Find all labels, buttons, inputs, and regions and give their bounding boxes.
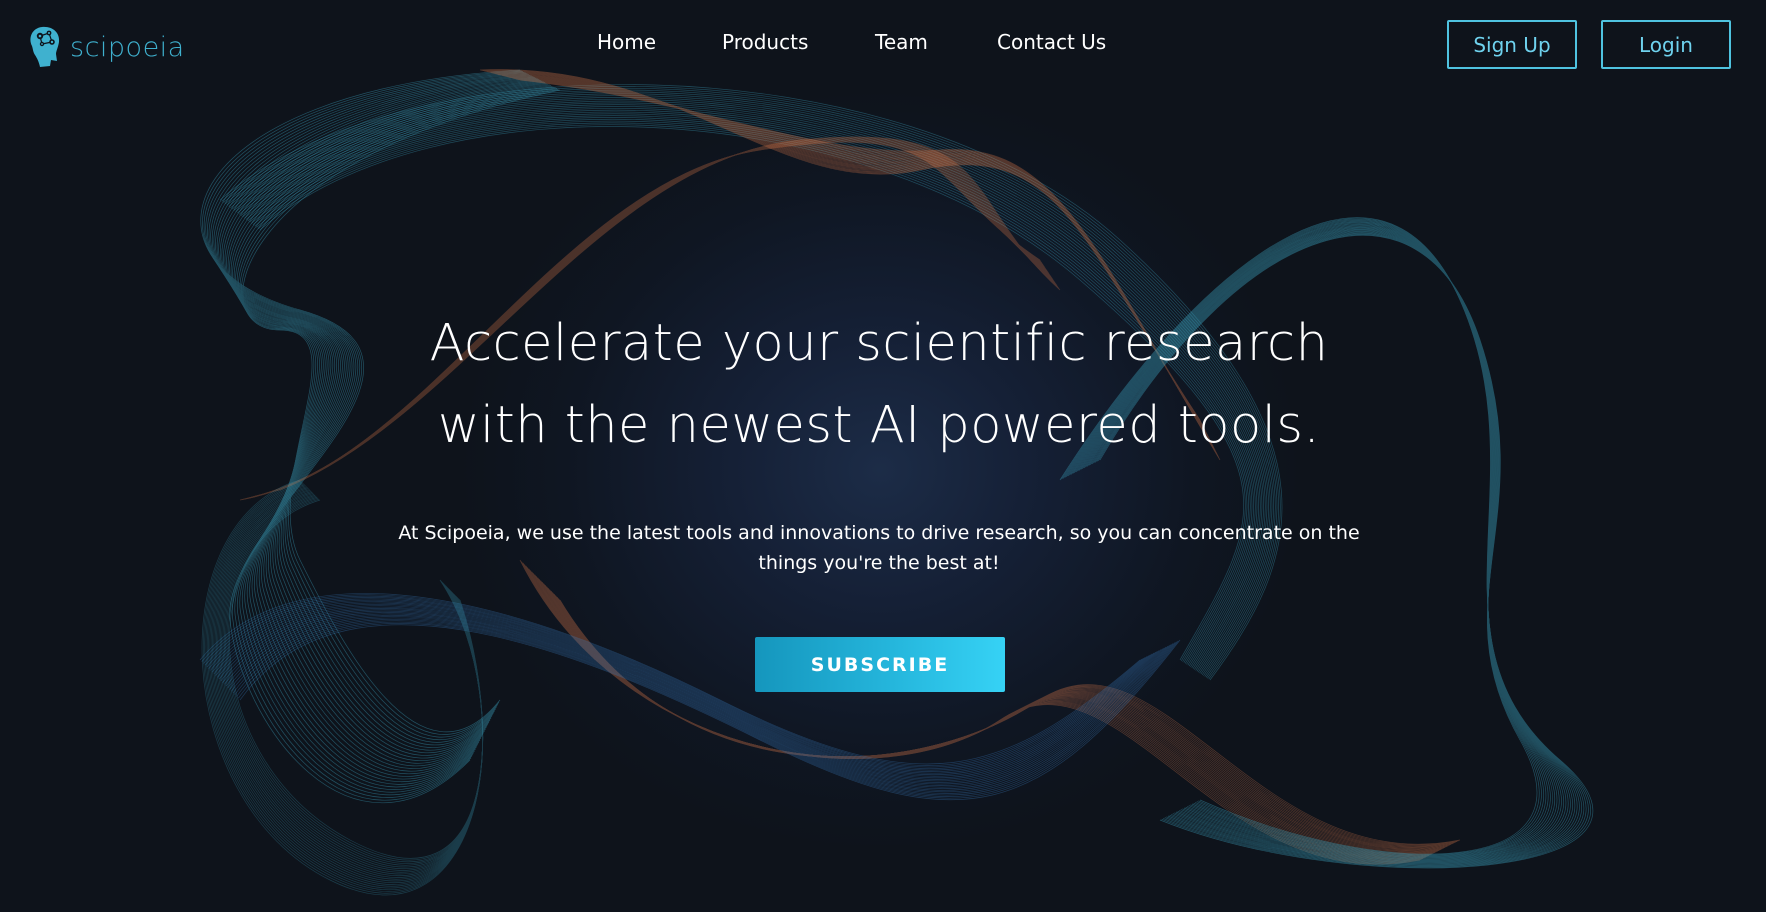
nav-item-products[interactable]: Products <box>722 30 808 54</box>
landing-page: scipoeia Home Products Team Contact Us S… <box>0 0 1766 912</box>
hero-title-line-2: with the newest AI powered tools. <box>437 396 1321 455</box>
login-button[interactable]: Login <box>1601 20 1731 69</box>
nav-item-home[interactable]: Home <box>597 30 656 54</box>
sign-up-button[interactable]: Sign Up <box>1447 20 1577 69</box>
hero-subtitle: At Scipoeia, we use the latest tools and… <box>0 518 1758 578</box>
nav-item-contact-us[interactable]: Contact Us <box>997 30 1106 54</box>
wave-family-bottom-orange <box>519 559 1461 865</box>
nav-item-team[interactable]: Team <box>875 30 928 54</box>
subscribe-button[interactable]: SUBSCRIBE <box>755 637 1005 692</box>
hero-title-line-1: Accelerate your scientific research <box>429 314 1329 373</box>
hero-subtitle-line-1: At Scipoeia, we use the latest tools and… <box>398 522 1360 544</box>
hero-subtitle-line-2: things you're the best at! <box>758 552 1000 574</box>
hero-title: Accelerate your scientific research with… <box>0 303 1758 467</box>
